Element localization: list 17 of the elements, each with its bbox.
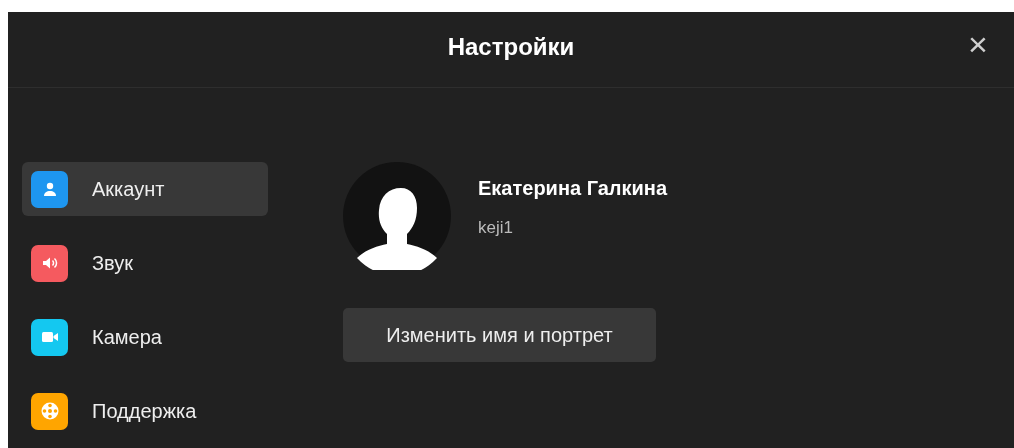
sidebar-label: Камера [92, 325, 162, 350]
edit-profile-button[interactable]: Изменить имя и портрет [343, 308, 656, 362]
sidebar-item[interactable]: Звук [22, 236, 268, 290]
video-camera-icon [40, 330, 59, 344]
user-login: keji1 [478, 217, 514, 240]
user-name: Екатерина Галкина [478, 176, 668, 202]
sidebar-label: Аккаунт [92, 177, 165, 202]
sidebar-item[interactable]: Поддержка [22, 384, 268, 438]
lifebuoy-icon [39, 401, 60, 421]
window-title: Настройки [447, 31, 575, 62]
sidebar-item[interactable]: Камера [22, 310, 268, 364]
sidebar-label: Поддержка [92, 399, 197, 424]
sidebar-label: Звук [92, 251, 133, 276]
speaker-icon [40, 255, 59, 271]
close-button[interactable]: × [964, 30, 992, 58]
sidebar-item[interactable]: Аккаунт [22, 162, 268, 216]
person-icon [41, 181, 58, 197]
